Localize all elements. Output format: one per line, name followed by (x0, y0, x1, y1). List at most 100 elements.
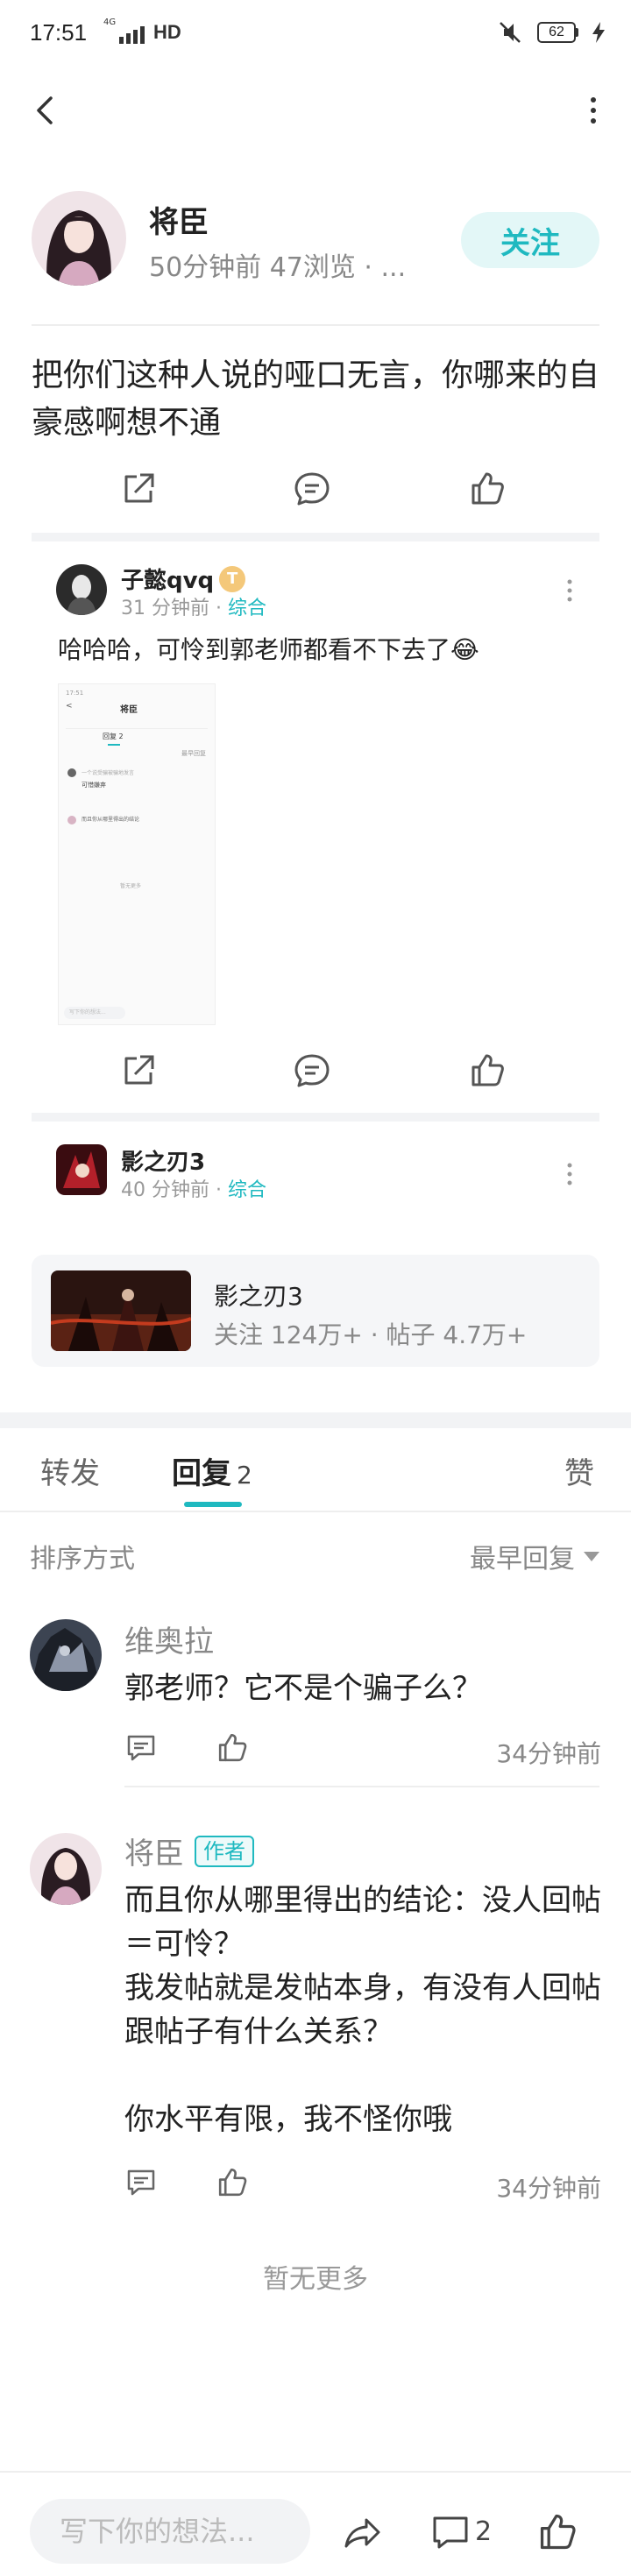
commenter-name-text: 维奥拉 (124, 1624, 214, 1660)
thumb-sort: 最早回复 (181, 750, 206, 757)
thumb-title: 将臣 (120, 705, 138, 715)
repost-avatar[interactable] (56, 564, 107, 615)
game-post-tag[interactable]: 综合 (228, 1179, 266, 1201)
commenter-name-text: 将臣 (124, 1836, 184, 1872)
game-post-meta: 40 分钟前 · 综合 (121, 1174, 266, 1202)
thumb-comment-3: 而且你从哪里得出的结论 (82, 817, 140, 823)
share-icon[interactable] (119, 470, 158, 508)
repost-meta: 31 分钟前 · 综合 (121, 592, 266, 620)
commenter-name[interactable]: 维奥拉 (124, 1617, 214, 1660)
comment-icon[interactable] (293, 1051, 331, 1090)
section-separator (32, 533, 599, 541)
more-options-icon[interactable] (563, 1157, 577, 1192)
author-avatar[interactable] (32, 191, 126, 286)
nav-bar (0, 79, 631, 140)
network-type: 4G (103, 18, 117, 27)
level-badge: T (219, 565, 246, 592)
meta-separator: · (209, 598, 228, 619)
back-icon[interactable] (28, 91, 63, 130)
reply-icon[interactable] (124, 2166, 158, 2199)
forward-icon[interactable] (342, 2511, 384, 2553)
tab-indicator (184, 1502, 242, 1507)
more-options-icon[interactable] (580, 91, 606, 130)
repost-time: 31 分钟前 (121, 598, 209, 619)
sort-dropdown[interactable]: 最早回复 (470, 1537, 599, 1575)
tab-like[interactable]: 赞 (564, 1449, 594, 1492)
thumb-back-icon: < (66, 702, 73, 711)
screenshot-thumbnail[interactable]: 17:51 < 将臣 回复 2 最早回复 一个说受骗被骗地发言 可惜嫌弃 而且你… (58, 683, 216, 1025)
like-icon[interactable] (536, 2511, 578, 2553)
comment-text: 而且你从哪里得出的结论：没人回帖＝可怜？ 我发帖就是发帖本身，有没有人回帖跟帖子… (124, 1883, 601, 2137)
game-repost-card[interactable]: 影之刃3 40 分钟前 · 综合 (32, 1122, 599, 1235)
share-icon[interactable] (119, 1051, 158, 1090)
caret-down-icon (584, 1551, 599, 1561)
commenter-avatar[interactable] (30, 1619, 102, 1691)
comment-count: 2 (475, 2516, 493, 2547)
repost-text: 哈哈哈，可怜到郭老师都看不下去了😂 (58, 635, 479, 664)
game-avatar[interactable] (56, 1144, 107, 1195)
status-time: 17:51 (30, 19, 88, 46)
status-bar: 17:51 4G HD 62 (0, 0, 631, 70)
comment-icon[interactable] (293, 470, 331, 508)
game-card[interactable]: 影之刃3 关注 124万+ · 帖子 4.7万+ (32, 1255, 599, 1367)
author-badge: 作者 (195, 1835, 254, 1867)
comment-icon[interactable] (429, 2511, 471, 2553)
battery-level: 62 (537, 22, 576, 43)
thumb-status: 17:51 (66, 690, 84, 697)
reply-icon[interactable] (124, 1731, 158, 1765)
network-indicator: 4G HD (103, 18, 181, 44)
sort-row: 排序方式 最早回复 (0, 1533, 631, 1577)
game-title: 影之刃3 (214, 1282, 303, 1311)
tab-reply-label: 回复 (172, 1456, 231, 1491)
post-actions (0, 463, 631, 515)
thumb-comment-2: 可惜嫌弃 (82, 782, 106, 789)
charging-icon (592, 22, 605, 43)
comment-time: 34分钟前 (496, 2174, 601, 2203)
commenter-name[interactable]: 将臣 作者 (124, 1829, 254, 1872)
comment-item: 将臣 作者 而且你从哪里得出的结论：没人回帖＝可怜？ 我发帖就是发帖本身，有没有… (0, 1822, 631, 2234)
like-icon[interactable] (468, 470, 507, 508)
thumb-tab: 回复 2 (103, 732, 124, 740)
game-stats: 关注 124万+ · 帖子 4.7万+ (214, 1320, 528, 1349)
game-post-time: 40 分钟前 (121, 1179, 209, 1201)
meta-separator: · (209, 1179, 228, 1201)
tab-repost[interactable]: 转发 (40, 1449, 100, 1492)
sort-label: 排序方式 (30, 1544, 135, 1575)
section-separator (32, 1113, 599, 1122)
bottom-bar: 写下你的想法... 2 (0, 2471, 631, 2576)
mute-icon (500, 22, 521, 43)
signal-icon (119, 26, 145, 44)
thumb-footer: 暂无更多 (120, 883, 142, 889)
author-header: 将臣 50分钟前 47浏览 · ... 关注 (32, 186, 599, 291)
repost-actions (0, 1044, 631, 1097)
no-more-text: 暂无更多 (263, 2264, 368, 2295)
repost-tag[interactable]: 综合 (228, 598, 266, 619)
status-right: 62 (497, 19, 605, 46)
sort-value: 最早回复 (470, 1544, 575, 1575)
tab-reply[interactable]: 回复 2 (172, 1449, 252, 1492)
comment-input[interactable]: 写下你的想法... (30, 2499, 310, 2564)
post-meta: 50分钟前 47浏览 · ... (149, 252, 407, 283)
post-text: 把你们这种人说的哑口无言，你哪来的自豪感啊想不通 (32, 357, 600, 441)
like-icon[interactable] (216, 1731, 249, 1765)
hd-label: HD (153, 21, 181, 43)
comment-time: 34分钟前 (496, 1739, 601, 1768)
game-cover-image (51, 1270, 191, 1351)
more-options-icon[interactable] (563, 573, 577, 608)
battery-icon: 62 (537, 22, 578, 43)
repost-username[interactable]: 子懿qvq T (121, 563, 246, 595)
tab-reply-count: 2 (237, 1461, 252, 1490)
comment-item: 维奥拉 郭老师？它不是个骗子么？ 34分钟前 (0, 1612, 631, 1787)
like-icon[interactable] (216, 2166, 249, 2199)
commenter-avatar[interactable] (30, 1833, 102, 1905)
thumb-input: 写下你的想法... (64, 1007, 125, 1019)
divider (32, 324, 599, 326)
section-separator (0, 1412, 631, 1428)
game-username[interactable]: 影之刃3 (121, 1144, 205, 1177)
like-icon[interactable] (468, 1051, 507, 1090)
author-name[interactable]: 将臣 (149, 198, 209, 241)
follow-button[interactable]: 关注 (461, 212, 599, 268)
divider (124, 1786, 599, 1787)
repost-username-text: 子懿qvq (121, 568, 215, 594)
thumb-comment-1: 一个说受骗被骗地发言 (82, 770, 135, 776)
